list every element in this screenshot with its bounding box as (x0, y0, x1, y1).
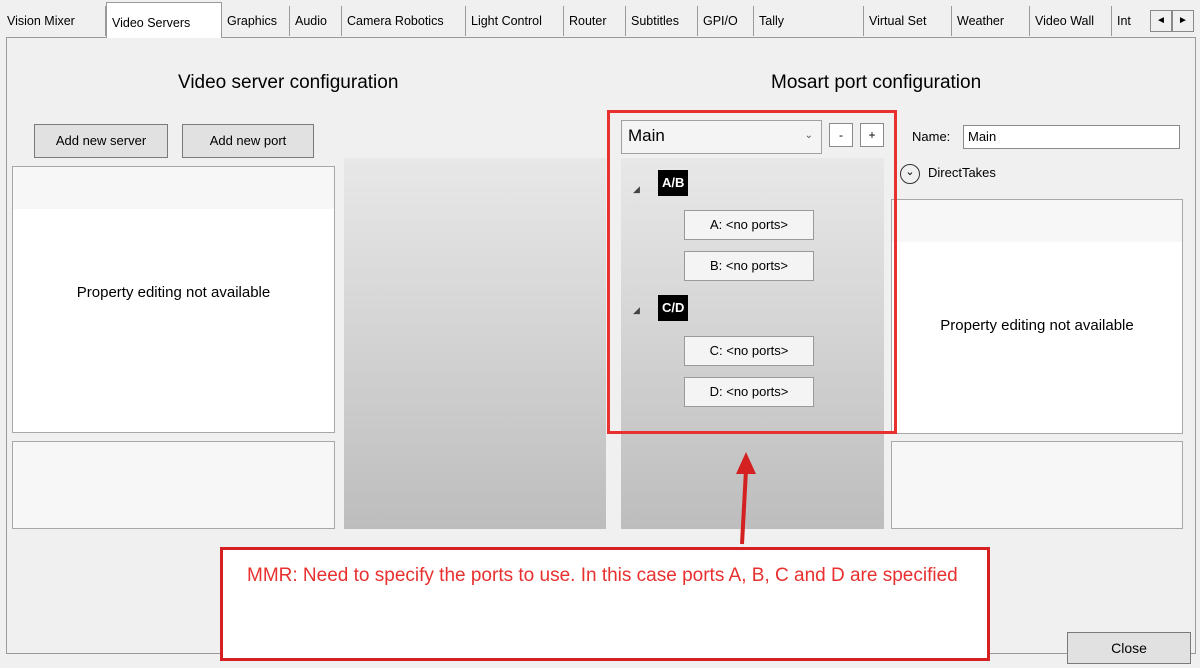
tab-light-control[interactable]: Light Control (466, 6, 564, 36)
tab-camera-robotics[interactable]: Camera Robotics (342, 6, 466, 36)
tab-gpio[interactable]: GPI/O (698, 6, 754, 36)
tab-weather[interactable]: Weather (952, 6, 1030, 36)
server-list-area (344, 158, 606, 529)
port-property-area (892, 242, 1182, 433)
expand-circle-icon[interactable]: ⌄ (900, 164, 920, 184)
tab-scroll-left-icon[interactable]: ◄ (1150, 10, 1172, 32)
tab-video-servers[interactable]: Video Servers (106, 2, 222, 38)
server-property-area (13, 209, 334, 432)
tab-int[interactable]: Int (1112, 6, 1150, 36)
annotation-callout: MMR: Need to specify the ports to use. I… (220, 547, 990, 661)
tab-router[interactable]: Router (564, 6, 626, 36)
tab-graphics[interactable]: Graphics (222, 6, 290, 36)
server-property-message: Property editing not available (76, 284, 271, 301)
add-new-port-button[interactable]: Add new port (182, 124, 314, 158)
close-button[interactable]: Close (1067, 632, 1191, 664)
tab-scroll-right-icon[interactable]: ► (1172, 10, 1194, 32)
mosart-port-heading: Mosart port configuration (771, 72, 982, 93)
tab-tally[interactable]: Tally (754, 6, 864, 36)
port-property-message: Property editing not available (940, 317, 1134, 334)
tab-bar: Vision Mixer Video Servers Graphics Audi… (0, 0, 1200, 38)
tab-audio[interactable]: Audio (290, 6, 342, 36)
tab-video-wall[interactable]: Video Wall (1030, 6, 1112, 36)
name-field[interactable]: Main (963, 125, 1180, 149)
name-label: Name: (912, 129, 951, 144)
highlight-rectangle (607, 110, 897, 434)
annotation-arrow-icon (736, 452, 756, 545)
directtakes-label[interactable]: DirectTakes (928, 165, 996, 180)
server-description-panel (12, 441, 335, 529)
tab-scroll-arrows: ◄ ► (1150, 10, 1194, 32)
add-new-server-button[interactable]: Add new server (34, 124, 168, 158)
tab-virtual-set[interactable]: Virtual Set (864, 6, 952, 36)
video-server-heading: Video server configuration (178, 72, 399, 93)
annotation-text: MMR: Need to specify the ports to use. I… (247, 565, 958, 586)
port-description-panel (891, 441, 1183, 529)
tab-vision-mixer[interactable]: Vision Mixer (2, 6, 106, 36)
tab-subtitles[interactable]: Subtitles (626, 6, 698, 36)
